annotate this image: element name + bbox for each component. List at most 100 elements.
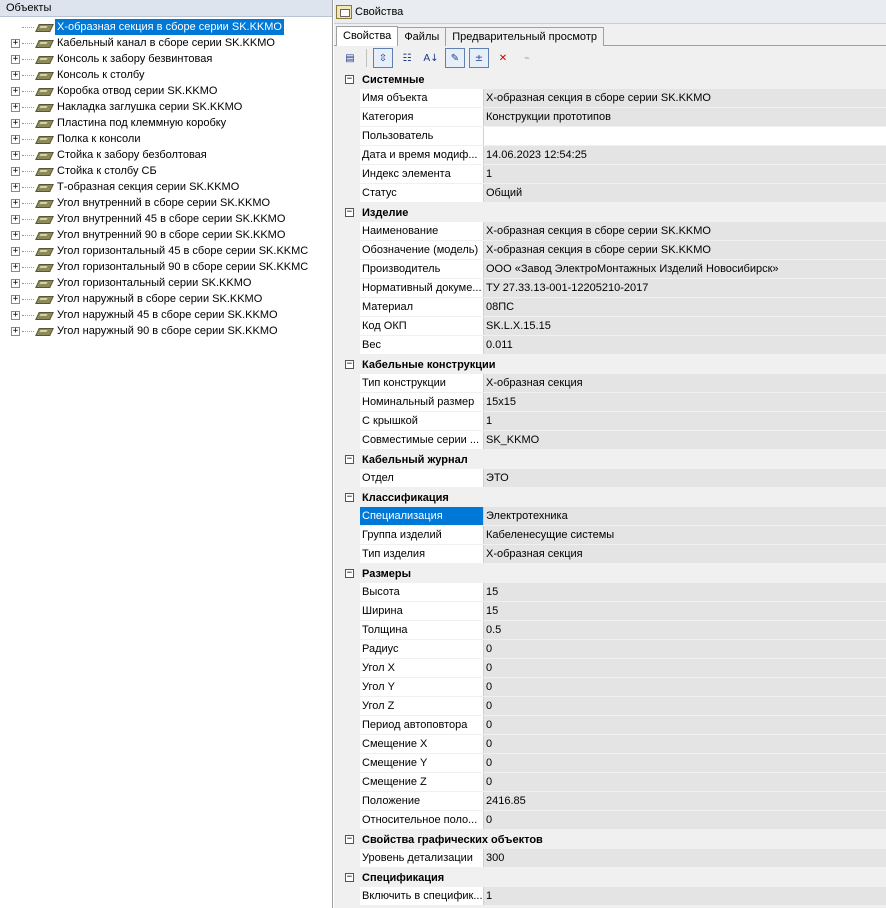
expand-icon[interactable]: +	[11, 38, 20, 48]
property-value[interactable]: ЭТО	[484, 469, 886, 487]
property-name[interactable]: Период автоповтора	[360, 716, 484, 734]
expand-icon[interactable]: +	[11, 166, 20, 176]
property-value[interactable]: 0	[484, 697, 886, 715]
property-name[interactable]: Совместимые серии ...	[360, 431, 484, 449]
property-name[interactable]: Обозначение (модель)	[360, 241, 484, 259]
property-name[interactable]: Угол X	[360, 659, 484, 677]
property-value[interactable]: 0	[484, 716, 886, 734]
property-name[interactable]: Смещение Z	[360, 773, 484, 791]
property-row[interactable]: Радиус 0	[334, 640, 886, 659]
expand-icon[interactable]: +	[11, 278, 20, 288]
property-row[interactable]: Производитель ООО «Завод ЭлектроМонтажных…	[334, 260, 886, 279]
property-row[interactable]: Угол Z0	[334, 697, 886, 716]
property-name[interactable]: Номинальный размер	[360, 393, 484, 411]
property-value[interactable]: ТУ 27.33.13-001-12205210-2017	[484, 279, 886, 297]
tree-item[interactable]: + Полка к консоли	[0, 131, 332, 147]
property-value[interactable]: 0	[484, 678, 886, 696]
property-row[interactable]: С крышкой 1	[334, 412, 886, 431]
property-value[interactable]: 0.5	[484, 621, 886, 639]
property-name[interactable]: Индекс элемента	[360, 165, 484, 183]
tree-item[interactable]: + Угол наружный 45 в сборе серии SK.KKMO	[0, 307, 332, 323]
property-row[interactable]: Категория Конструкции прототипов	[334, 108, 886, 127]
property-value[interactable]: Х-образная секция в сборе серии SK.KKMO	[484, 241, 886, 259]
property-value[interactable]: 1	[484, 887, 886, 905]
property-row[interactable]: Высота 15	[334, 583, 886, 602]
property-row[interactable]: Период автоповтора 0	[334, 716, 886, 735]
collapse-icon[interactable]: −	[345, 455, 354, 464]
property-row[interactable]: Статус Общий	[334, 184, 886, 203]
property-name[interactable]: Пользователь	[360, 127, 484, 145]
tree-item[interactable]: + Т-образная секция серии SK.KKMO	[0, 179, 332, 195]
property-value[interactable]: 300	[484, 849, 886, 867]
tree-item[interactable]: + Кабельный канал в сборе серии SK.KKMO	[0, 35, 332, 51]
expand-icon[interactable]: +	[11, 326, 20, 336]
property-value[interactable]: Электротехника	[484, 507, 886, 525]
expand-icon[interactable]: +	[11, 230, 20, 240]
expand-icon[interactable]: +	[11, 262, 20, 272]
collapse-icon[interactable]: −	[345, 75, 354, 84]
property-value[interactable]: 0	[484, 735, 886, 753]
property-row[interactable]: Группа изделий Кабеленесущие системы	[334, 526, 886, 545]
property-category[interactable]: − Размеры	[334, 564, 886, 583]
property-value[interactable]: 08ПС	[484, 298, 886, 316]
property-row[interactable]: Индекс элемента 1	[334, 165, 886, 184]
property-name[interactable]: Смещение X	[360, 735, 484, 753]
property-row[interactable]: Пользователь	[334, 127, 886, 146]
property-name[interactable]: Тип конструкции	[360, 374, 484, 392]
property-category[interactable]: − Свойства графических объектов	[334, 830, 886, 849]
property-name[interactable]: Наименование	[360, 222, 484, 240]
expand-icon[interactable]: +	[11, 86, 20, 96]
expand-icon[interactable]: +	[11, 102, 20, 112]
property-row[interactable]: Тип изделия Х-образная секция	[334, 545, 886, 564]
collapse-icon[interactable]: −	[345, 208, 354, 217]
property-row[interactable]: Имя объекта Х-образная секция в сборе сер…	[334, 89, 886, 108]
collapse-icon[interactable]: −	[345, 835, 354, 844]
property-name[interactable]: Дата и время модиф...	[360, 146, 484, 164]
expand-icon[interactable]: +	[11, 70, 20, 80]
expand-icon[interactable]: +	[11, 310, 20, 320]
property-value[interactable]: 0	[484, 773, 886, 791]
expand-icon[interactable]: +	[11, 246, 20, 256]
expand-icon[interactable]: +	[11, 54, 20, 64]
property-value[interactable]: 1	[484, 412, 886, 430]
property-row[interactable]: Отдел ЭТО	[334, 469, 886, 488]
property-row[interactable]: Тип конструкции Х-образная секция	[334, 374, 886, 393]
property-value[interactable]: Конструкции прототипов	[484, 108, 886, 126]
expand-icon[interactable]: +	[11, 118, 20, 128]
property-row[interactable]: Смещение Z0	[334, 773, 886, 792]
property-row[interactable]: Вес 0.011	[334, 336, 886, 355]
property-value[interactable]: 15	[484, 583, 886, 601]
expand-icon[interactable]: +	[11, 182, 20, 192]
property-name[interactable]: Материал	[360, 298, 484, 316]
tree-item[interactable]: + Пластина под клеммную коробку	[0, 115, 332, 131]
property-row[interactable]: Уровень детализации 300	[334, 849, 886, 868]
collapse-icon[interactable]: −	[345, 493, 354, 502]
property-row[interactable]: Относительное поло... 0	[334, 811, 886, 830]
property-category[interactable]: − Спецификация	[334, 868, 886, 887]
tree-item[interactable]: + Угол внутренний 45 в сборе серии SK.KKM…	[0, 211, 332, 227]
property-name[interactable]: Толщина	[360, 621, 484, 639]
tree-item[interactable]: + Накладка заглушка серии SK.KKMO	[0, 99, 332, 115]
property-name[interactable]: Код ОКП	[360, 317, 484, 335]
tab-1[interactable]: Файлы	[397, 27, 447, 46]
property-name[interactable]: С крышкой	[360, 412, 484, 430]
expand-icon[interactable]: +	[11, 214, 20, 224]
property-row[interactable]: Специализация Электротехника	[334, 507, 886, 526]
property-category[interactable]: − Системные	[334, 70, 886, 89]
property-name[interactable]: Угол Y	[360, 678, 484, 696]
property-row[interactable]: Код ОКП SK.L.X.15.15	[334, 317, 886, 336]
property-name[interactable]: Имя объекта	[360, 89, 484, 107]
tree-item[interactable]: + Стойка к забору безболтовая	[0, 147, 332, 163]
property-category[interactable]: − Кабельный журнал	[334, 450, 886, 469]
edit-icon[interactable]: ✎	[445, 48, 465, 68]
property-value[interactable]: 0	[484, 640, 886, 658]
add-remove-icon[interactable]: ±	[469, 48, 489, 68]
property-name[interactable]: Нормативный докуме...	[360, 279, 484, 297]
property-value[interactable]: 1	[484, 165, 886, 183]
tab-0[interactable]: Свойства	[336, 26, 399, 46]
property-row[interactable]: Угол X0	[334, 659, 886, 678]
property-value[interactable]: 0.011	[484, 336, 886, 354]
tree-item[interactable]: + Консоль к столбу	[0, 67, 332, 83]
property-name[interactable]: Смещение Y	[360, 754, 484, 772]
property-name[interactable]: Тип изделия	[360, 545, 484, 563]
